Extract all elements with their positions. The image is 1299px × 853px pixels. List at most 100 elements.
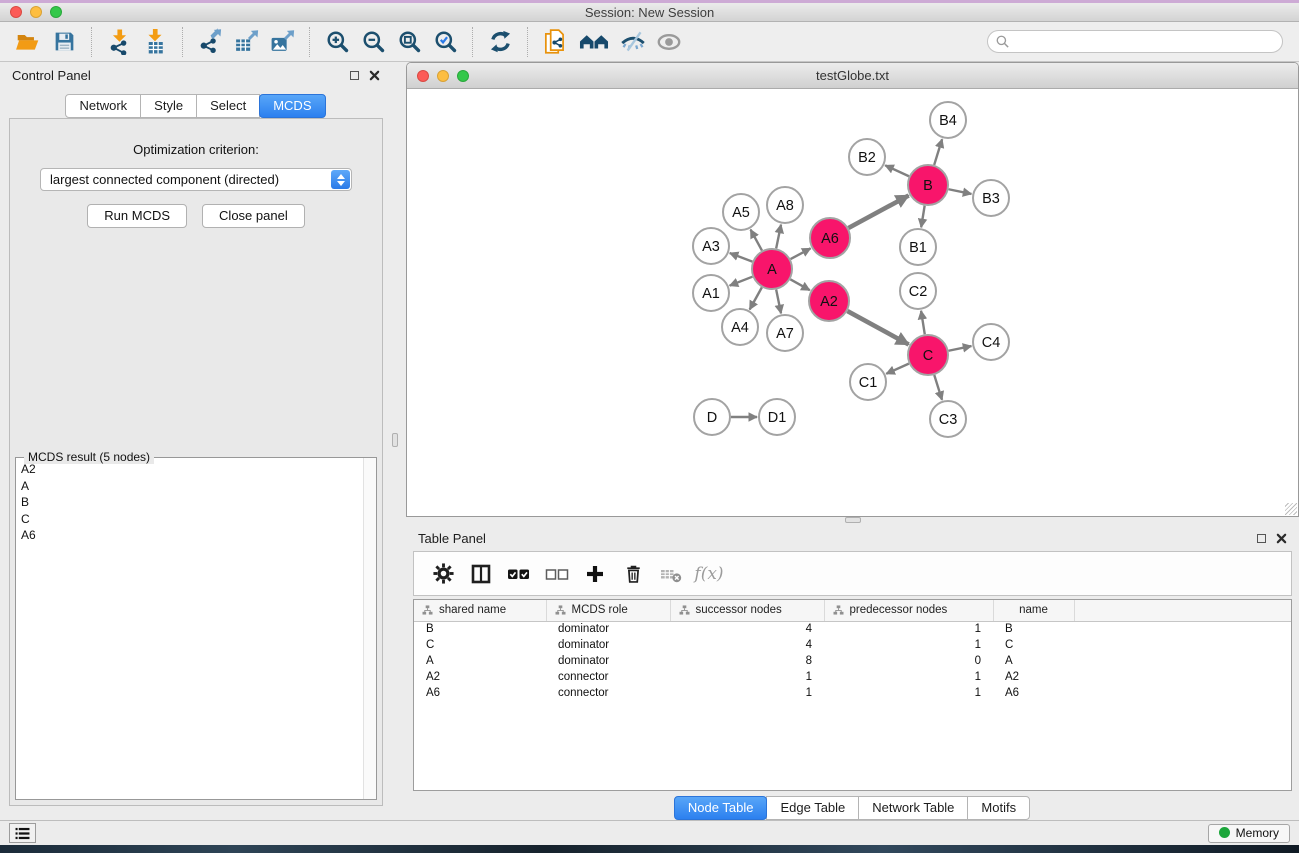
tab-network[interactable]: Network [65, 94, 141, 118]
zoom-fit-button[interactable] [393, 26, 425, 58]
table-row[interactable]: Cdominator41C [414, 637, 1291, 653]
table-cell[interactable]: 1 [824, 637, 993, 653]
table-row[interactable]: A6connector11A6 [414, 685, 1291, 701]
tab-motifs[interactable]: Motifs [967, 796, 1030, 820]
close-network-window-button[interactable] [417, 70, 429, 82]
table-cell[interactable]: 1 [824, 621, 993, 637]
tab-style[interactable]: Style [140, 94, 197, 118]
tab-node-table[interactable]: Node Table [674, 796, 768, 820]
zoom-window-button[interactable] [50, 6, 62, 18]
vertical-split-divider[interactable] [392, 62, 406, 820]
window-resize-grip[interactable] [1285, 503, 1297, 515]
node-C4[interactable]: C4 [973, 324, 1009, 360]
open-session-button[interactable] [12, 26, 44, 58]
edge-C-C3[interactable] [934, 375, 942, 400]
mcds-result-item[interactable]: C [17, 511, 362, 528]
edge-C-C1[interactable] [886, 364, 909, 374]
table-cell[interactable]: B [414, 621, 546, 637]
edge-A-A6[interactable] [791, 248, 811, 259]
search-input[interactable] [987, 30, 1283, 53]
table-cell[interactable]: A2 [993, 669, 1074, 685]
node-B3[interactable]: B3 [973, 180, 1009, 216]
zoom-selected-button[interactable] [429, 26, 461, 58]
edge-B-B3[interactable] [949, 189, 972, 194]
table-cell[interactable]: C [993, 637, 1074, 653]
horizontal-split-thumb[interactable] [845, 517, 861, 523]
table-cell[interactable]: A [993, 653, 1074, 669]
table-cell[interactable]: A6 [993, 685, 1074, 701]
deselect-all-button[interactable] [540, 557, 574, 591]
edge-A-A2[interactable] [790, 279, 810, 290]
table-cell[interactable]: dominator [546, 653, 670, 669]
node-B2[interactable]: B2 [849, 139, 885, 175]
float-table-panel-icon[interactable] [1257, 534, 1266, 543]
close-panel-button[interactable]: Close panel [202, 204, 305, 228]
node-D[interactable]: D [694, 399, 730, 435]
mcds-result-item[interactable]: A [17, 478, 362, 495]
show-all-button[interactable] [653, 26, 685, 58]
close-table-panel-icon[interactable] [1276, 533, 1287, 544]
network-graph[interactable]: AA1A2A3A4A5A6A7A8BB1B2B3B4CC1C2C3C4DD1 [407, 89, 1298, 516]
new-network-from-selection-button[interactable] [539, 26, 571, 58]
node-A3[interactable]: A3 [693, 228, 729, 264]
edge-A6-B[interactable] [848, 195, 908, 228]
memory-button[interactable]: Memory [1208, 824, 1290, 843]
edge-A-A8[interactable] [776, 225, 781, 249]
minimize-network-window-button[interactable] [437, 70, 449, 82]
minimize-window-button[interactable] [30, 6, 42, 18]
add-column-button[interactable] [578, 557, 612, 591]
node-D1[interactable]: D1 [759, 399, 795, 435]
node-B4[interactable]: B4 [930, 102, 966, 138]
node-A8[interactable]: A8 [767, 187, 803, 223]
hide-selected-button[interactable] [617, 26, 649, 58]
table-cell[interactable]: B [993, 621, 1074, 637]
mcds-result-scrollbar[interactable] [363, 458, 376, 799]
export-network-button[interactable] [194, 26, 226, 58]
mcds-result-item[interactable]: A6 [17, 527, 362, 544]
mcds-result-item[interactable]: A2 [17, 461, 362, 478]
node-A1[interactable]: A1 [693, 275, 729, 311]
node-A4[interactable]: A4 [722, 309, 758, 345]
node-A2[interactable]: A2 [809, 281, 849, 321]
table-cell[interactable]: 8 [670, 653, 824, 669]
node-C2[interactable]: C2 [900, 273, 936, 309]
mcds-result-list[interactable]: A2ABCA6 [17, 461, 362, 798]
node-A6[interactable]: A6 [810, 218, 850, 258]
column-header-successor-nodes[interactable]: successor nodes [670, 600, 824, 621]
table-cell[interactable]: C [414, 637, 546, 653]
edge-C-C2[interactable] [921, 311, 925, 334]
column-header-shared-name[interactable]: shared name [414, 600, 546, 621]
save-session-button[interactable] [48, 26, 80, 58]
node-B[interactable]: B [908, 165, 948, 205]
import-network-button[interactable] [103, 26, 135, 58]
float-panel-icon[interactable] [350, 71, 359, 80]
table-cell[interactable]: 1 [670, 685, 824, 701]
edge-A-A1[interactable] [730, 277, 753, 286]
tab-edge-table[interactable]: Edge Table [766, 796, 859, 820]
task-history-button[interactable] [9, 823, 36, 843]
table-cell[interactable]: 4 [670, 621, 824, 637]
refresh-layout-button[interactable] [484, 26, 516, 58]
close-window-button[interactable] [10, 6, 22, 18]
tab-network-table[interactable]: Network Table [858, 796, 968, 820]
edge-A-A5[interactable] [751, 230, 762, 251]
tab-mcds[interactable]: MCDS [259, 94, 325, 118]
table-row[interactable]: Adominator80A [414, 653, 1291, 669]
node-C3[interactable]: C3 [930, 401, 966, 437]
column-header-MCDS-role[interactable]: MCDS role [546, 600, 670, 621]
first-neighbors-button[interactable] [575, 26, 613, 58]
edge-B-B1[interactable] [921, 206, 924, 228]
table-cell[interactable]: 1 [824, 685, 993, 701]
edge-B-B2[interactable] [885, 165, 909, 176]
column-header-predecessor-nodes[interactable]: predecessor nodes [824, 600, 993, 621]
network-canvas[interactable]: AA1A2A3A4A5A6A7A8BB1B2B3B4CC1C2C3C4DD1 [407, 89, 1298, 516]
mcds-result-item[interactable]: B [17, 494, 362, 511]
node-A5[interactable]: A5 [723, 194, 759, 230]
select-all-button[interactable] [502, 557, 536, 591]
table-cell[interactable]: 0 [824, 653, 993, 669]
import-table-button[interactable] [139, 26, 171, 58]
table-cell[interactable]: 4 [670, 637, 824, 653]
zoom-in-button[interactable] [321, 26, 353, 58]
delete-column-button[interactable] [616, 557, 650, 591]
table-settings-button[interactable] [426, 557, 460, 591]
